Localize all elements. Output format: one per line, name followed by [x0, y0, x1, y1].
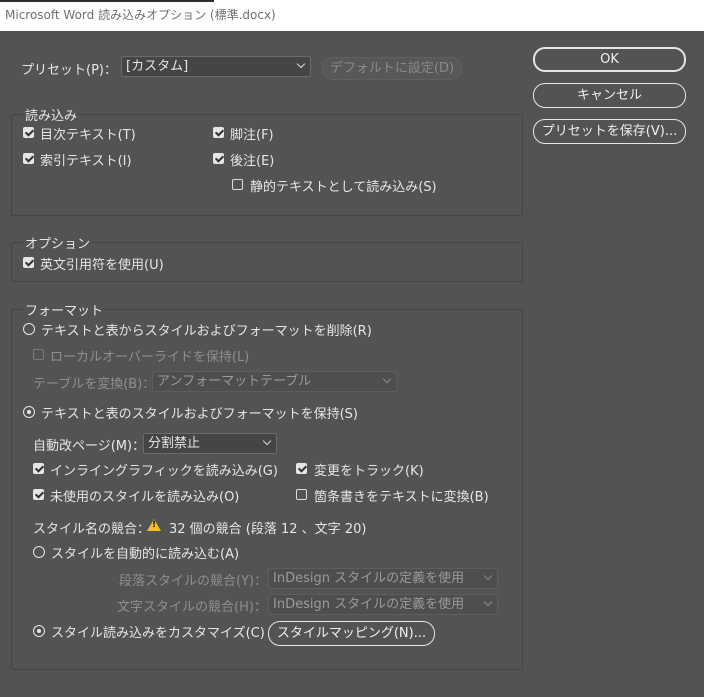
- convert-bullets-label: 箇条書きをテキストに変換(B): [314, 490, 489, 505]
- endnotes-checkbox[interactable]: [213, 153, 224, 164]
- cancel-button[interactable]: キャンセル: [533, 83, 686, 108]
- manual-page-breaks-select[interactable]: 分割禁止: [143, 433, 277, 454]
- style-conflicts-summary: 32 個の競合 (段落 12 、文字 20): [169, 522, 367, 537]
- auto-import-styles-label: スタイルを自動的に読み込む(A): [51, 547, 240, 562]
- import-group-title: 読み込み: [23, 105, 80, 124]
- track-changes-checkbox[interactable]: [296, 463, 307, 474]
- static-text-checkbox[interactable]: [232, 179, 243, 190]
- index-text-label: 索引テキスト(I): [40, 154, 132, 169]
- remove-styles-label: テキストと表からスタイルおよびフォーマットを削除(R): [41, 324, 372, 339]
- remove-styles-radio[interactable]: [23, 323, 35, 335]
- auto-import-styles-radio[interactable]: [33, 546, 45, 558]
- options-group-title: オプション: [23, 233, 93, 252]
- style-conflicts-label: スタイル名の競合：: [33, 522, 151, 537]
- chevron-down-icon: [262, 436, 272, 446]
- ok-button[interactable]: OK: [533, 47, 686, 72]
- typographers-quotes-checkbox[interactable]: [23, 257, 34, 268]
- manual-page-breaks-label: 自動改ページ(M)：: [33, 439, 146, 454]
- paragraph-conflicts-select[interactable]: InDesign スタイルの定義を使用: [268, 568, 498, 589]
- convert-tables-label: テーブルを変換(B)：: [33, 377, 156, 392]
- convert-bullets-checkbox[interactable]: [296, 489, 307, 500]
- warning-icon-mark: !: [151, 520, 157, 530]
- track-changes-label: 変更をトラック(K): [314, 464, 424, 479]
- endnotes-label: 後注(E): [230, 154, 275, 169]
- static-text-label: 静的テキストとして読み込み(S): [250, 180, 437, 195]
- preset-select-value: [カスタム]: [126, 59, 189, 74]
- index-text-checkbox[interactable]: [23, 153, 34, 164]
- character-conflicts-label: 文字スタイルの競合(H)：: [117, 600, 267, 615]
- footnotes-label: 脚注(F): [230, 128, 274, 143]
- chevron-down-icon: [483, 597, 493, 607]
- window-title-bar: Microsoft Word 読み込みオプション (標準.docx): [0, 0, 704, 31]
- preset-select[interactable]: [カスタム]: [121, 56, 311, 77]
- manual-page-breaks-value: 分割禁止: [148, 436, 201, 451]
- chevron-down-icon: [382, 374, 392, 384]
- window-title: Microsoft Word 読み込みオプション (標準.docx): [5, 8, 276, 22]
- format-group-title: フォーマット: [23, 300, 106, 319]
- chevron-down-icon: [483, 571, 493, 581]
- paragraph-conflicts-label: 段落スタイルの競合(Y)：: [119, 574, 268, 589]
- preserve-local-overrides-checkbox[interactable]: [33, 349, 44, 360]
- footnotes-checkbox[interactable]: [213, 127, 224, 138]
- save-preset-button[interactable]: プリセットを保存(V)...: [533, 119, 686, 144]
- import-inline-graphics-checkbox[interactable]: [33, 463, 44, 474]
- set-default-button[interactable]: デフォルトに設定(D): [322, 57, 462, 80]
- preserve-styles-label: テキストと表のスタイルおよびフォーマットを保持(S): [41, 407, 359, 422]
- toc-text-checkbox[interactable]: [23, 127, 34, 138]
- typographers-quotes-label: 英文引用符を使用(U): [40, 258, 164, 273]
- import-unused-styles-checkbox[interactable]: [33, 489, 44, 500]
- import-inline-graphics-label: インライングラフィックを読み込み(G): [50, 464, 278, 479]
- title-bar-accent: [0, 0, 214, 2]
- customize-style-import-radio[interactable]: [33, 625, 45, 637]
- character-conflicts-select[interactable]: InDesign スタイルの定義を使用: [268, 594, 498, 615]
- convert-tables-value: アンフォーマットテーブル: [157, 374, 312, 389]
- preserve-local-overrides-label: ローカルオーバーライドを保持(L): [50, 350, 250, 365]
- character-conflicts-value: InDesign スタイルの定義を使用: [273, 597, 465, 612]
- paragraph-conflicts-value: InDesign スタイルの定義を使用: [273, 571, 465, 586]
- convert-tables-select[interactable]: アンフォーマットテーブル: [152, 371, 397, 392]
- preset-label: プリセット(P)：: [21, 63, 117, 78]
- chevron-down-icon: [296, 59, 306, 69]
- import-unused-styles-label: 未使用のスタイルを読み込み(O): [50, 490, 240, 505]
- style-mapping-button[interactable]: スタイルマッピング(N)...: [268, 621, 435, 646]
- toc-text-label: 目次テキスト(T): [40, 128, 136, 143]
- preserve-styles-radio[interactable]: [23, 406, 35, 418]
- customize-style-import-label: スタイル読み込みをカスタマイズ(C): [51, 626, 265, 641]
